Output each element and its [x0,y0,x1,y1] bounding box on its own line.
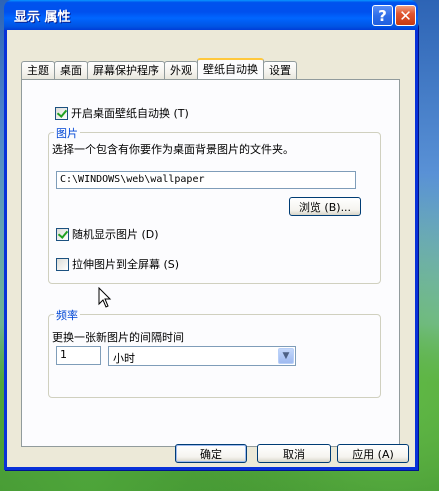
stretch-fullscreen-label: 拉伸图片到全屏幕 (S) [72,258,180,271]
stretch-fullscreen-row[interactable]: 拉伸图片到全屏幕 (S) [56,256,179,272]
title-bar[interactable]: 显示 属性 ? ✕ [4,0,418,30]
enable-autochange-row[interactable]: 开启桌面壁纸自动换 (T) [55,105,189,121]
tab-appearance[interactable]: 外观 [164,61,198,79]
close-button[interactable]: ✕ [395,5,416,26]
ok-button[interactable]: 确定 [175,444,247,463]
pictures-group: 图片 选择一个包含有你要作为桌面背景图片的文件夹。 C:\WINDOWS\web… [48,125,381,284]
enable-autochange-checkbox[interactable] [55,106,68,120]
random-display-row[interactable]: 随机显示图片 (D) [56,226,159,242]
interval-value-input[interactable]: 1 [56,346,101,365]
window-title: 显示 属性 [14,9,71,25]
chevron-down-icon[interactable]: ▼ [278,348,294,364]
tab-settings[interactable]: 设置 [263,61,297,79]
interval-label: 更换一张新图片的间隔时间 [52,331,184,344]
tab-themes[interactable]: 主题 [21,61,55,79]
interval-unit-value: 小时 [113,352,135,365]
cancel-button[interactable]: 取消 [257,444,331,463]
folder-path-input[interactable]: C:\WINDOWS\web\wallpaper [56,171,356,189]
frequency-group: 频率 更换一张新图片的间隔时间 1 小时 ▼ [48,307,381,398]
tab-strip: 主题 桌面 屏幕保护程序 外观 壁纸自动换 设置 [21,58,297,79]
mouse-pointer-icon [98,287,112,308]
display-properties-window: 显示 属性 ? ✕ 主题 桌面 屏幕保护程序 外观 壁纸自动换 设置 开启桌面壁… [4,0,418,470]
stretch-fullscreen-checkbox[interactable] [56,257,69,271]
random-display-label: 随机显示图片 (D) [72,228,159,241]
pictures-group-label: 图片 [54,125,80,141]
pictures-description: 选择一个包含有你要作为桌面背景图片的文件夹。 [52,143,294,156]
frequency-group-label: 频率 [54,307,80,323]
interval-unit-select[interactable]: 小时 ▼ [108,346,296,366]
tab-screensaver[interactable]: 屏幕保护程序 [87,61,165,79]
tab-desktop[interactable]: 桌面 [54,61,88,79]
apply-button[interactable]: 应用 (A) [337,444,409,463]
tab-panel: 开启桌面壁纸自动换 (T) 图片 选择一个包含有你要作为桌面背景图片的文件夹。 … [21,79,400,447]
random-display-checkbox[interactable] [56,227,69,241]
enable-autochange-label: 开启桌面壁纸自动换 (T) [71,107,189,120]
tab-wallpaper-changer[interactable]: 壁纸自动换 [197,58,264,79]
browse-button[interactable]: 浏览 (B)... [289,197,361,216]
help-button[interactable]: ? [372,5,393,26]
